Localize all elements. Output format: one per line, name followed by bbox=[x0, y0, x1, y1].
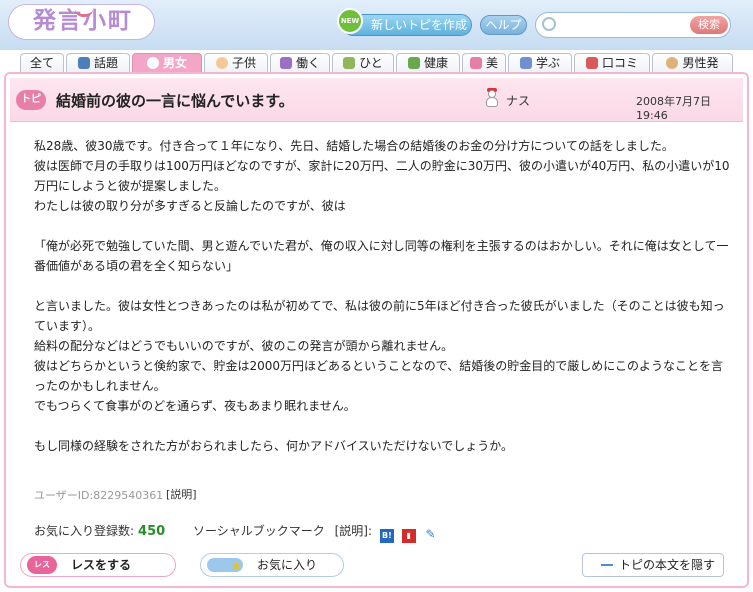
tab-label: 男女 bbox=[162, 56, 187, 70]
man-icon bbox=[666, 57, 679, 69]
body-line: もし同様の経験をされた方がおられましたら、何かアドバイスいただけないでしょうか。 bbox=[34, 439, 514, 453]
bus-icon bbox=[585, 57, 598, 69]
hide-body-button[interactable]: トピの本文を隠す bbox=[582, 553, 724, 577]
favorite-row: お気に入り登録数: 450 ソーシャルブックマーク [説明]: B! ▮ ✎ bbox=[34, 522, 438, 543]
page-title: 結婚前の彼の一言に悩んでいます。 bbox=[56, 92, 294, 110]
body-line: 彼は医師で月の手取りは100万円ほどなのですが、家計に20万円、二人の貯金に30… bbox=[34, 159, 730, 193]
body-line: 「俺が必死で勉強していた間、男と遊んでいた君が、俺の収入に対し同等の権利を主張す… bbox=[34, 239, 729, 273]
new-topic-label: 新しいトピを作成 bbox=[371, 18, 468, 32]
social-bookmark-label: ソーシャルブックマーク bbox=[193, 524, 325, 538]
book-icon bbox=[519, 57, 532, 69]
tab-work[interactable]: 働く bbox=[270, 53, 330, 73]
reply-badge-icon: レス bbox=[27, 556, 57, 574]
category-tabs: 全て 話題 男女 子供 働く ひと 健康 美 学ぶ 口コミ 男性発 bbox=[20, 53, 733, 73]
tab-beauty[interactable]: 美 bbox=[462, 53, 506, 73]
body-line: と言いました。彼は女性とつきあったのは私が初めてで、私は彼の前に5年ほど付き合っ… bbox=[34, 299, 725, 333]
clip-icon[interactable]: ▮ bbox=[401, 529, 416, 543]
search-box: 検索 bbox=[535, 12, 731, 38]
bag-icon bbox=[279, 57, 292, 69]
delicious-icon[interactable]: ✎ bbox=[423, 527, 438, 541]
favorite-button[interactable]: ★ お気に入り bbox=[200, 553, 344, 577]
search-icon bbox=[542, 17, 556, 31]
reply-label: レスをする bbox=[71, 558, 132, 572]
tab-health[interactable]: 健康 bbox=[396, 53, 460, 73]
social-help-link[interactable]: [説明]: bbox=[335, 524, 372, 538]
tab-label: 学ぶ bbox=[535, 56, 560, 70]
new-badge-icon: NEW bbox=[337, 8, 363, 34]
cross-icon bbox=[407, 57, 420, 69]
topic-frame: トピ 結婚前の彼の一言に悩んでいます。 ナス 2008年7月7日 19:46 私… bbox=[4, 72, 749, 588]
tab-label: 全て bbox=[29, 56, 54, 70]
tab-label: 口コミ bbox=[601, 56, 638, 70]
author-name: ナス bbox=[506, 94, 531, 108]
tab-men[interactable]: 男性発 bbox=[652, 53, 733, 73]
new-topic-button[interactable]: NEW 新しいトピを作成 bbox=[337, 8, 472, 36]
user-id-help-link[interactable]: [説明] bbox=[166, 486, 197, 502]
topic-body: 私28歳、彼30歳です。付き合って１年になり、先日、結婚した場合の結婚後のお金の… bbox=[34, 136, 734, 456]
body-line: わたしは彼の取り分が多すぎると反論したのですが、彼は bbox=[34, 199, 346, 213]
search-button[interactable]: 検索 bbox=[690, 16, 728, 34]
site-header: 発言小町 NEW 新しいトピを作成 ヘルプ 検索 bbox=[0, 0, 753, 50]
tab-people[interactable]: ひと bbox=[332, 53, 394, 73]
lipstick-icon bbox=[469, 57, 482, 69]
favorite-label: お気に入り bbox=[257, 558, 318, 572]
tab-all[interactable]: 全て bbox=[20, 53, 64, 73]
topic-header: トピ 結婚前の彼の一言に悩んでいます。 ナス 2008年7月7日 19:46 bbox=[10, 78, 743, 122]
site-logo[interactable]: 発言小町 bbox=[8, 4, 155, 40]
tab-label: 子供 bbox=[231, 56, 256, 70]
tab-label: 健康 bbox=[423, 56, 448, 70]
body-line: 給料の配分などはどうでもいいのですが、彼のこの発言が頭から離れません。 bbox=[34, 339, 454, 353]
tab-label: 話題 bbox=[93, 56, 118, 70]
tab-label: 美 bbox=[485, 56, 498, 70]
tab-children[interactable]: 子供 bbox=[204, 53, 268, 73]
body-line: 私28歳、彼30歳です。付き合って１年になり、先日、結婚した場合の結婚後のお金の… bbox=[34, 139, 674, 153]
tab-label: 働く bbox=[295, 56, 320, 70]
heart-icon bbox=[146, 57, 159, 69]
favorite-count: 450 bbox=[138, 524, 166, 539]
people-icon bbox=[343, 57, 356, 69]
snowman-avatar-icon bbox=[486, 88, 498, 108]
tab-label: ひと bbox=[359, 56, 383, 70]
baby-icon bbox=[215, 57, 228, 69]
body-line: でもつらくて食事がのどを通らず、夜もあまり眠れません。 bbox=[34, 399, 356, 413]
post-date: 2008年7月7日 19:46 bbox=[636, 95, 711, 122]
tab-love[interactable]: 男女 bbox=[132, 53, 202, 73]
search-input[interactable] bbox=[560, 16, 680, 34]
collapse-icon bbox=[601, 564, 613, 566]
favorite-icon: ★ bbox=[207, 558, 243, 572]
tab-topics[interactable]: 話題 bbox=[66, 53, 130, 73]
help-button[interactable]: ヘルプ bbox=[480, 15, 527, 35]
newspaper-icon bbox=[77, 57, 90, 69]
tab-label: 男性発 bbox=[682, 56, 719, 70]
hide-body-label: トピの本文を隠す bbox=[619, 558, 716, 572]
reply-button[interactable]: レス レスをする bbox=[20, 553, 176, 577]
action-bar: レス レスをする ★ お気に入り トピの本文を隠す bbox=[10, 552, 743, 582]
topi-badge: トピ bbox=[16, 90, 46, 110]
user-id: ユーザーID:8229540361 bbox=[34, 489, 164, 502]
tab-learn[interactable]: 学ぶ bbox=[508, 53, 572, 73]
tab-reviews[interactable]: 口コミ bbox=[574, 53, 650, 73]
body-line: 彼はどちらかというと倹約家で、貯金は2000万円ほどあるということなので、結婚後… bbox=[34, 359, 723, 393]
hatena-bookmark-icon[interactable]: B! bbox=[379, 529, 394, 543]
favorite-count-label: お気に入り登録数: bbox=[34, 524, 135, 538]
